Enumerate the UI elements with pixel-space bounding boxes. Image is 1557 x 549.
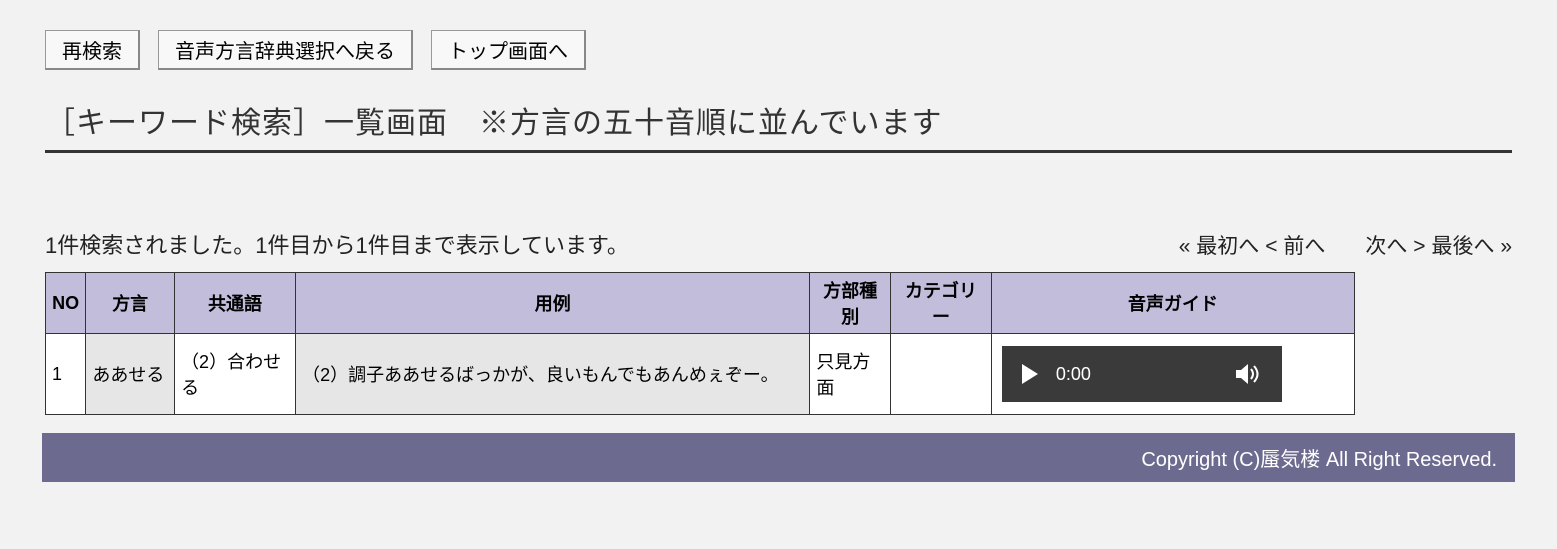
header-audio: 音声ガイド: [991, 273, 1354, 334]
cell-example: （2）調子ああせるばっかが、良いもんでもあんめぇぞー。: [296, 334, 810, 415]
pager-prev[interactable]: < 前へ: [1265, 230, 1325, 260]
pager-next[interactable]: 次へ >: [1365, 230, 1425, 260]
audio-time: 0:00: [1056, 364, 1091, 385]
cell-dialect: ああせる: [86, 334, 175, 415]
header-dialect: 方言: [86, 273, 175, 334]
back-to-dict-button[interactable]: 音声方言辞典選択へ戻る: [158, 30, 413, 70]
research-button[interactable]: 再検索: [45, 30, 140, 70]
header-no: NO: [46, 273, 86, 334]
cell-no: 1: [46, 334, 86, 415]
volume-icon[interactable]: [1236, 363, 1262, 385]
header-type: 方部種別: [810, 273, 891, 334]
cell-category: [891, 334, 992, 415]
page-title: ［キーワード検索］一覧画面 ※方言の五十音順に並んでいます: [45, 98, 1512, 153]
header-example: 用例: [296, 273, 810, 334]
pager: « 最初へ < 前へ 次へ > 最後へ »: [1179, 230, 1512, 260]
table-header-row: NO 方言 共通語 用例 方部種別 カテゴリー 音声ガイド: [46, 273, 1355, 334]
to-top-button[interactable]: トップ画面へ: [431, 30, 586, 70]
results-bar: 1件検索されました。1件目から1件目まで表示しています。 « 最初へ < 前へ …: [45, 228, 1512, 260]
header-category: カテゴリー: [891, 273, 992, 334]
pager-first[interactable]: « 最初へ: [1179, 230, 1260, 260]
play-icon[interactable]: [1022, 364, 1038, 384]
results-count-text: 1件検索されました。1件目から1件目まで表示しています。: [45, 228, 629, 260]
header-common: 共通語: [175, 273, 296, 334]
footer: Copyright (C)蜃気楼 All Right Reserved.: [42, 433, 1515, 482]
cell-audio: 0:00: [991, 334, 1354, 415]
button-row: 再検索 音声方言辞典選択へ戻る トップ画面へ: [45, 30, 1512, 70]
results-table: NO 方言 共通語 用例 方部種別 カテゴリー 音声ガイド 1 ああせる （2）…: [45, 272, 1355, 415]
cell-common: （2）合わせる: [175, 334, 296, 415]
cell-type: 只見方面: [810, 334, 891, 415]
pager-last[interactable]: 最後へ »: [1431, 230, 1512, 260]
table-row: 1 ああせる （2）合わせる （2）調子ああせるばっかが、良いもんでもあんめぇぞ…: [46, 334, 1355, 415]
audio-left: 0:00: [1022, 364, 1091, 385]
audio-player: 0:00: [1002, 346, 1282, 402]
